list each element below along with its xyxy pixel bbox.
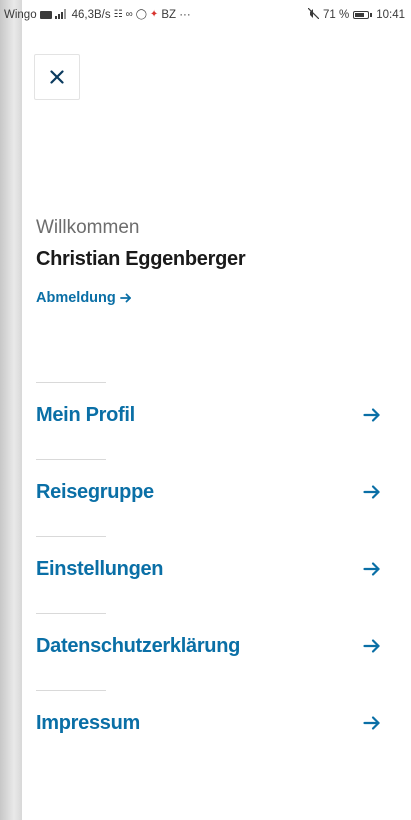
close-icon	[50, 70, 64, 84]
welcome-text: Willkommen	[36, 217, 140, 238]
menu-divider	[36, 690, 106, 691]
mute-icon	[307, 7, 320, 22]
logout-link[interactable]: Abmeldung	[36, 289, 132, 307]
arrow-right-icon	[363, 716, 380, 730]
battery-tip	[370, 13, 373, 17]
arrow-right-icon	[363, 639, 380, 653]
screen: Wingo 46,3B/s ☷ ∞ ◯ ✦ BZ ··· 71 % 10:41 …	[0, 0, 411, 820]
menu-item-label: Einstellungen	[36, 558, 164, 580]
arrow-right-icon	[363, 562, 380, 576]
menu-divider	[36, 536, 106, 537]
menu-divider	[36, 613, 106, 614]
user-name: Christian Eggenberger	[36, 248, 246, 270]
logout-label: Abmeldung	[36, 290, 116, 306]
menu-item-label: Reisegruppe	[36, 481, 154, 503]
signal-icon	[54, 8, 69, 22]
carrier-name: Wingo	[4, 9, 37, 21]
battery-icon	[353, 11, 373, 19]
menu-item-einstellungen[interactable]: Einstellungen	[36, 536, 381, 613]
arrow-right-icon	[363, 485, 380, 499]
menu-item-reisegruppe[interactable]: Reisegruppe	[36, 459, 381, 536]
arrow-right-icon	[119, 293, 131, 303]
status-bar-left: Wingo 46,3B/s ☷ ∞ ◯ ✦ BZ ···	[4, 8, 191, 22]
status-bar: Wingo 46,3B/s ☷ ∞ ◯ ✦ BZ ··· 71 % 10:41	[0, 0, 411, 30]
main-menu: Mein Profil Reisegruppe Einstellungen Da…	[36, 382, 381, 767]
menu-item-impressum[interactable]: Impressum	[36, 690, 381, 767]
battery-fill	[355, 13, 365, 17]
close-button[interactable]	[34, 54, 80, 100]
menu-item-label: Impressum	[36, 712, 141, 734]
status-bar-right: 71 % 10:41	[307, 7, 405, 22]
status-extra: BZ ···	[161, 9, 191, 21]
menu-item-datenschutzerklaerung[interactable]: Datenschutzerklärung	[36, 613, 381, 690]
menu-item-label: Mein Profil	[36, 404, 135, 426]
battery-percent: 71 %	[323, 9, 350, 21]
menu-divider	[36, 459, 106, 460]
volte-icon	[39, 11, 52, 19]
clock: 10:41	[376, 9, 405, 21]
app-notification-icon: ☷	[113, 9, 123, 20]
menu-item-mein-profil[interactable]: Mein Profil	[36, 382, 381, 459]
whatsapp-icon: ◯	[135, 9, 147, 20]
red-notification-icon: ✦	[149, 9, 159, 20]
battery-body	[353, 11, 370, 19]
network-speed: 46,3B/s	[71, 9, 111, 21]
link-icon: ∞	[125, 9, 133, 20]
menu-divider	[36, 382, 106, 383]
arrow-right-icon	[363, 408, 380, 422]
menu-item-label: Datenschutzerklärung	[36, 635, 241, 657]
